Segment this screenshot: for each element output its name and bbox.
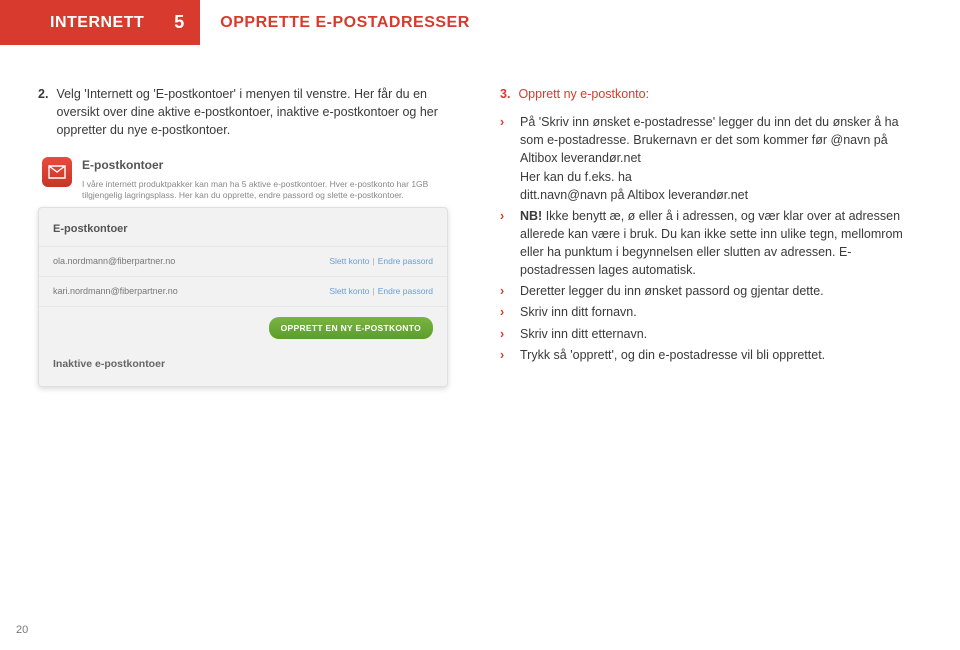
bullet-text: På 'Skriv inn ønsket e-postadresse' legg… xyxy=(520,113,922,204)
app-description: I våre internett produktpakker kan man h… xyxy=(82,179,444,201)
bullet-text: NB! Ikke benytt æ, ø eller å i adressen,… xyxy=(520,207,922,280)
page-number: 20 xyxy=(16,624,28,636)
chevron-right-icon: › xyxy=(500,113,510,204)
delete-link[interactable]: Slett konto xyxy=(329,256,369,266)
bullet-text: Trykk så 'opprett', og din e-postadresse… xyxy=(520,346,825,364)
bullet-text: Skriv inn ditt fornavn. xyxy=(520,303,637,321)
step-number: 2. xyxy=(38,85,48,139)
app-screenshot: E-postkontoer I våre internett produktpa… xyxy=(38,151,448,387)
panel-title: E-postkontoer xyxy=(39,218,447,246)
chevron-right-icon: › xyxy=(500,325,510,343)
create-email-button[interactable]: OPPRETT EN NY E-POSTKONTO xyxy=(269,317,433,339)
bullet-item: › Deretter legger du inn ønsket passord o… xyxy=(500,282,922,300)
chevron-right-icon: › xyxy=(500,346,510,364)
step-2: 2. Velg 'Internett og 'E-postkontoer' i … xyxy=(38,85,460,139)
bullet-item: ›NB! Ikke benytt æ, ø eller å i adressen… xyxy=(500,207,922,280)
page-title: OPPRETTE E-POSTADRESSER xyxy=(220,14,469,32)
bullet-item: › Trykk så 'opprett', og din e-postadress… xyxy=(500,346,922,364)
mail-icon xyxy=(42,157,72,187)
app-heading: E-postkontoer xyxy=(82,157,444,174)
step-3: 3. Opprett ny e-postkonto: xyxy=(500,85,922,103)
chapter-number: 5 xyxy=(166,0,200,45)
left-column: 2. Velg 'Internett og 'E-postkontoer' i … xyxy=(38,85,460,387)
step-title: Opprett ny e-postkonto: xyxy=(518,85,649,103)
bullet-text: Deretter legger du inn ønsket passord og… xyxy=(520,282,824,300)
step-number: 3. xyxy=(500,85,510,103)
bullet-text: Skriv inn ditt etternavn. xyxy=(520,325,647,343)
chevron-right-icon: › xyxy=(500,303,510,321)
bullet-list: ›På 'Skriv inn ønsket e-postadresse' leg… xyxy=(500,113,922,364)
section-label: INTERNETT xyxy=(0,0,166,45)
step-text: Velg 'Internett og 'E-postkontoer' i men… xyxy=(56,85,460,139)
bullet-item: ›På 'Skriv inn ønsket e-postadresse' leg… xyxy=(500,113,922,204)
bullet-item: › Skriv inn ditt fornavn. xyxy=(500,303,922,321)
delete-link[interactable]: Slett konto xyxy=(329,286,369,296)
change-password-link[interactable]: Endre passord xyxy=(378,286,433,296)
email-row: kari.nordmann@fiberpartner.no Slett kont… xyxy=(39,276,447,306)
chevron-right-icon: › xyxy=(500,282,510,300)
email-address: kari.nordmann@fiberpartner.no xyxy=(53,285,178,298)
chevron-right-icon: › xyxy=(500,207,510,280)
page-header: INTERNETT 5 OPPRETTE E-POSTADRESSER xyxy=(0,0,470,45)
change-password-link[interactable]: Endre passord xyxy=(378,256,433,266)
email-panel: E-postkontoer ola.nordmann@fiberpartner.… xyxy=(38,207,448,388)
inactive-heading: Inaktive e-postkontoer xyxy=(39,343,447,372)
bullet-item: › Skriv inn ditt etternavn. xyxy=(500,325,922,343)
email-row: ola.nordmann@fiberpartner.no Slett konto… xyxy=(39,246,447,276)
right-column: 3. Opprett ny e-postkonto: ›På 'Skriv in… xyxy=(500,85,922,387)
email-address: ola.nordmann@fiberpartner.no xyxy=(53,255,175,268)
